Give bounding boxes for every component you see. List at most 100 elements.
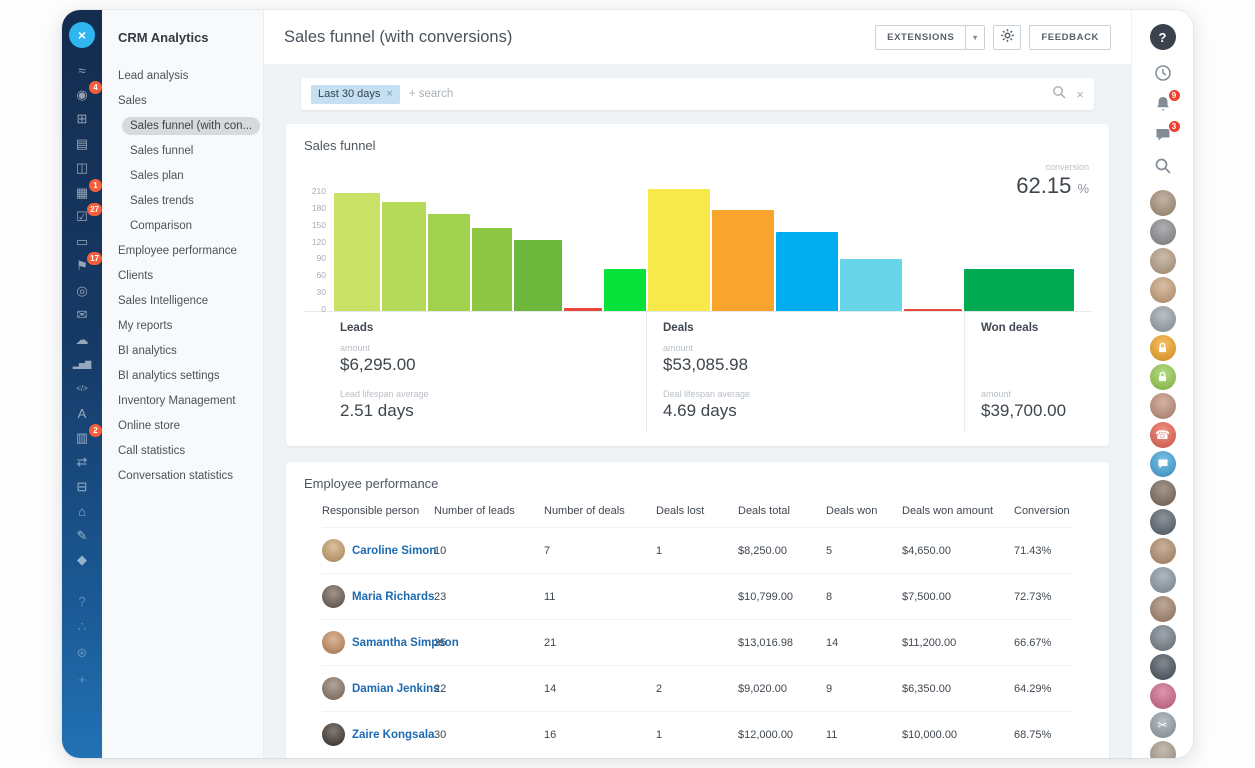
funnel-bar-deals-won[interactable] [964, 269, 1074, 311]
filter-chip[interactable]: Last 30 days × [311, 85, 400, 104]
invited-user[interactable] [1150, 364, 1176, 390]
settings-icon[interactable]: ⊛ [70, 640, 94, 666]
person-link[interactable]: Damian Jenkins [352, 683, 440, 695]
drive-icon[interactable]: ☁ [70, 328, 94, 353]
funnel-bar-deals-stage-2[interactable] [712, 210, 774, 311]
sidebar-item-sales-funnel-with-con[interactable]: Sales funnel (with con... [118, 113, 263, 138]
live-feed-icon[interactable]: ≈ [70, 58, 94, 83]
person-link[interactable]: Caroline Simon [352, 545, 436, 557]
avatar[interactable] [1150, 248, 1176, 274]
person-link[interactable]: Zaire Kongsala [352, 729, 434, 741]
column-header-deals-won-amount[interactable]: Deals won amount [902, 505, 1014, 517]
documents-icon[interactable]: ▤ [70, 132, 94, 157]
avatar[interactable] [1150, 596, 1176, 622]
messenger-icon[interactable]: 3 [1152, 124, 1174, 146]
avatar[interactable] [1150, 277, 1176, 303]
avatar[interactable] [1150, 219, 1176, 245]
avatar[interactable] [1150, 509, 1176, 535]
funnel-bar-leads-stage-2[interactable] [382, 202, 426, 311]
avatar[interactable] [1150, 625, 1176, 651]
notifications-icon[interactable]: 9 [1152, 93, 1174, 115]
table-row-damian-jenkins[interactable]: Damian Jenkins22142$9,020.009$6,350.0064… [322, 665, 1073, 711]
funnel-bar-leads-stage-1[interactable] [334, 193, 380, 311]
column-header-number-of-deals[interactable]: Number of deals [544, 505, 656, 517]
calendar-icon[interactable]: ▦1 [70, 181, 94, 206]
table-row-zaire-kongsala[interactable]: Zaire Kongsala30161$12,000.0011$10,000.0… [322, 711, 1073, 757]
avatar[interactable] [1150, 393, 1176, 419]
close-menu-button[interactable]: × [69, 22, 95, 48]
sidebar-item-bi-analytics-settings[interactable]: BI analytics settings [118, 363, 263, 388]
online-store-icon[interactable]: ⊟ [70, 475, 94, 500]
sidebar-item-sales-plan[interactable]: Sales plan [118, 163, 263, 188]
avatar[interactable] [1150, 741, 1176, 758]
employees-icon[interactable]: ◫ [70, 156, 94, 181]
column-header-deals-won[interactable]: Deals won [826, 505, 902, 517]
avatar[interactable] [1150, 306, 1176, 332]
column-header-deals-total[interactable]: Deals total [738, 505, 826, 517]
funnel-bar-deals-stage-4[interactable] [840, 259, 902, 311]
messenger-icon[interactable]: ◉4 [70, 83, 94, 108]
clear-filter-icon[interactable]: × [1076, 87, 1084, 102]
crm-icon[interactable]: ⚑17 [70, 254, 94, 279]
sidebar-item-online-store[interactable]: Online store [118, 413, 263, 438]
funnel-bar-leads-converted[interactable] [604, 269, 646, 311]
table-row-samantha-simpson[interactable]: Samantha Simpson3521$13,016.9814$11,200.… [322, 619, 1073, 665]
funnel-bar-leads-stage-5[interactable] [514, 240, 562, 311]
filter-chip-close-icon[interactable]: × [386, 88, 392, 100]
exchange-icon[interactable]: ⇄ [70, 450, 94, 475]
automation-icon[interactable]: A [70, 401, 94, 426]
sidebar-item-sales-funnel[interactable]: Sales funnel [118, 138, 263, 163]
call-contact[interactable]: ☎ [1150, 422, 1176, 448]
add-icon[interactable]: + [70, 666, 94, 692]
sidebar-item-lead-analysis[interactable]: Lead analysis [118, 63, 263, 88]
avatar[interactable] [1150, 567, 1176, 593]
edit-icon[interactable]: ✎ [70, 524, 94, 549]
help-button[interactable]: ? [1150, 24, 1176, 50]
developer-icon[interactable]: </> [70, 377, 94, 402]
plan-icon[interactable] [1152, 62, 1174, 84]
funnel-bar-deals-stage-3[interactable] [776, 232, 838, 311]
funnel-bar-leads-lost[interactable] [564, 308, 602, 311]
avatar[interactable] [1150, 683, 1176, 709]
search-icon[interactable] [1052, 85, 1066, 104]
funnel-bar-deals-stage-1[interactable] [648, 189, 710, 311]
filter-search-bar[interactable]: Last 30 days × + search × [301, 78, 1094, 110]
avatar[interactable] [1150, 654, 1176, 680]
table-row-maria-richards[interactable]: Maria Richards2311$10,799.008$7,500.0072… [322, 573, 1073, 619]
search-icon[interactable] [1152, 155, 1174, 177]
help-icon[interactable]: ? [70, 588, 94, 614]
community-icon[interactable]: ∴ [70, 614, 94, 640]
column-header-responsible-person[interactable]: Responsible person [322, 505, 434, 517]
extensions-button[interactable]: EXTENSIONS [875, 25, 966, 50]
column-header-conversion[interactable]: Conversion [1014, 505, 1073, 517]
person-link[interactable]: Maria Richards [352, 591, 434, 603]
settings-button[interactable] [993, 25, 1021, 50]
funnel-bar-leads-stage-4[interactable] [472, 228, 512, 311]
inventory-icon[interactable]: ▥2 [70, 426, 94, 451]
analytics-icon[interactable]: ▂▅▇ [70, 352, 94, 377]
marketing-icon[interactable]: ◎ [70, 279, 94, 304]
workspace-icon[interactable]: ⊞ [70, 107, 94, 132]
column-header-number-of-leads[interactable]: Number of leads [434, 505, 544, 517]
sidebar-item-inventory-management[interactable]: Inventory Management [118, 388, 263, 413]
funnel-bar-deals-lost[interactable] [904, 309, 962, 311]
column-header-deals-lost[interactable]: Deals lost [656, 505, 738, 517]
sidebar-item-clients[interactable]: Clients [118, 263, 263, 288]
avatar[interactable] [1150, 190, 1176, 216]
sidebar-item-bi-analytics[interactable]: BI analytics [118, 338, 263, 363]
security-icon[interactable]: ◆ [70, 548, 94, 573]
clip-tool[interactable]: ✂ [1150, 712, 1176, 738]
sidebar-item-sales-trends[interactable]: Sales trends [118, 188, 263, 213]
sidebar-item-my-reports[interactable]: My reports [118, 313, 263, 338]
funnel-bar-leads-stage-3[interactable] [428, 214, 470, 311]
sidebar-item-sales[interactable]: Sales [118, 88, 263, 113]
sidebar-item-comparison[interactable]: Comparison [118, 213, 263, 238]
sidebar-item-sales-intelligence[interactable]: Sales Intelligence [118, 288, 263, 313]
avatar[interactable] [1150, 538, 1176, 564]
company-icon[interactable]: ⌂ [70, 499, 94, 524]
mail-icon[interactable]: ✉ [70, 303, 94, 328]
tasks-icon[interactable]: ☑27 [70, 205, 94, 230]
extensions-caret-button[interactable]: ▾ [965, 25, 985, 50]
sidebar-item-call-statistics[interactable]: Call statistics [118, 438, 263, 463]
sidebar-item-employee-performance[interactable]: Employee performance [118, 238, 263, 263]
